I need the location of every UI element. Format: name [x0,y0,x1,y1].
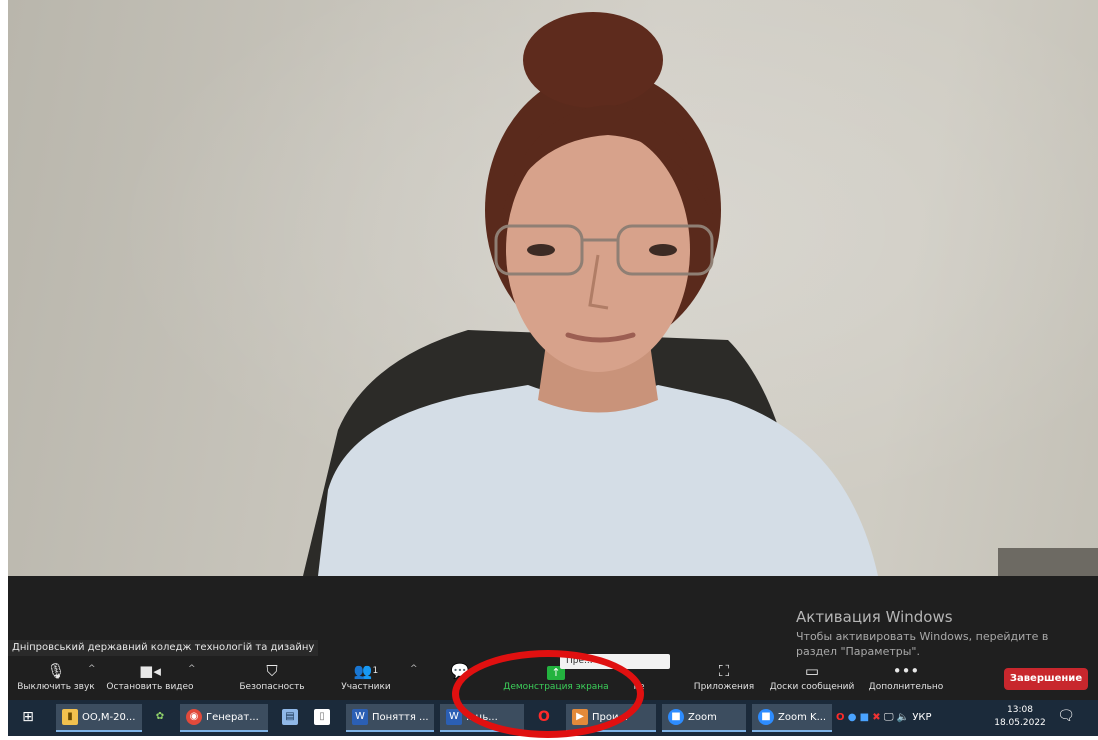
taskbar-item-label: Генерат... [206,712,259,723]
apps-label: Приложения [693,682,755,692]
video-feed [8,0,1098,576]
file-icon: ▯ [314,709,330,725]
chrome-icon: ◉ [186,709,202,725]
windows-activation-line2: раздел "Параметры". [796,645,920,658]
system-tray: O ● ■ ✖ 🖵 🔈 УКР [836,704,932,732]
opera-icon: O [538,709,550,725]
participants-label: Участники [341,682,391,692]
taskbar-item-label: Прои... [592,712,629,723]
mute-options-caret[interactable]: ^ [88,664,96,674]
clock[interactable]: 13:08 18.05.2022 [994,704,1046,730]
taskbar-item-zoom-1[interactable]: ■ Zoom [662,704,746,732]
app-tray-icon[interactable]: ■ [860,712,869,723]
more-dots-icon: ••• [892,662,920,680]
whiteboards-button[interactable]: ▭ Доски сообщений [766,660,858,698]
taskbar-item-label: Zoom K... [778,712,827,723]
eye-right [649,244,677,256]
mute-button[interactable]: 🎙 Выключить звук [14,660,98,698]
player-icon: ▶ [572,709,588,725]
chat-button[interactable]: 💬 [446,660,474,698]
mute-label: Выключить звук [17,682,95,692]
taskbar-item-app[interactable]: ✿ [146,704,174,732]
apps-icon: ⛶ [718,662,730,680]
meeting-name-label: Дніпровський державний коледж технологій… [8,640,319,656]
word-icon: W [446,709,462,725]
zoom-icon: ■ [668,709,684,725]
participants-button[interactable]: 👥1 Участники [336,660,396,698]
whiteboard-icon: ▭ [804,662,820,680]
video-options-caret[interactable]: ^ [188,664,196,674]
taskbar-item-document[interactable]: ▤ [276,704,302,732]
participants-icon: 👥1 [353,662,379,680]
record-button[interactable]: Ре [628,660,650,698]
network-icon[interactable]: 🖵 [884,712,894,723]
volume-icon[interactable]: 🔈 [897,712,909,723]
alert-tray-icon[interactable]: ✖ [872,712,880,723]
eye-left [527,244,555,256]
share-tooltip: Пре... [560,654,670,669]
whiteboards-label: Доски сообщений [769,682,855,692]
start-button[interactable]: ⊞ [14,704,42,732]
apps-button[interactable]: ⛶ Приложения [690,660,758,698]
stop-video-label: Остановить видео [106,682,194,692]
taskbar-item-file-explorer[interactable]: ▮ OO,M-20... [56,704,142,732]
taskbar-item-label: Zoom [688,712,717,723]
notification-icon[interactable]: 🗨 [1056,708,1076,728]
chat-icon: 💬 [450,662,470,680]
participants-count: 1 [372,666,379,676]
record-icon [628,660,650,682]
participant-video-figure [303,12,1098,576]
record-label: Ре [633,682,645,692]
participants-options-caret[interactable]: ^ [410,664,418,674]
shield-icon: ⛉ [266,662,278,680]
security-button[interactable]: ⛉ Безопасность [236,660,308,698]
windows-activation-line1: Чтобы активировать Windows, перейдите в [796,630,1049,643]
taskbar-item-word-2[interactable]: W ...ць... [440,704,524,732]
opera-tray-icon[interactable]: O [836,712,845,723]
more-label: Дополнительно [868,682,944,692]
windows-activation-title: Активация Windows [796,608,953,626]
taskbar-item-label: ...ць... [466,712,498,723]
language-indicator[interactable]: УКР [912,712,931,723]
taskbar-item-word-1[interactable]: W Поняття ... [346,704,434,732]
microphone-icon: 🎙 [46,662,66,680]
taskbar-item-chrome[interactable]: ◉ Генерат... [180,704,268,732]
windows-logo-icon: ⊞ [22,709,34,725]
end-meeting-button[interactable]: Завершение [1004,668,1088,690]
hair-bun-shape [523,12,663,108]
share-screen-label: Демонстрация экрана [503,682,609,692]
zoom-icon: ■ [758,709,774,725]
taskbar-item-presentation[interactable]: ▶ Прои... [566,704,656,732]
folder-icon: ▮ [62,709,78,725]
search-tray-icon[interactable]: ● [848,712,857,723]
taskbar-item-label: Поняття ... [372,712,429,723]
taskbar-item-opera[interactable]: O [530,704,556,732]
word-icon: W [352,709,368,725]
more-button[interactable]: ••• Дополнительно [866,660,946,698]
taskbar-item-blank-file[interactable]: ▯ [308,704,334,732]
clock-date: 18.05.2022 [994,718,1046,728]
background-object [998,548,1098,576]
taskbar-item-zoom-2[interactable]: ■ Zoom K... [752,704,832,732]
taskbar-item-label: OO,M-20... [82,712,136,723]
security-label: Безопасность [239,682,305,692]
stop-video-button[interactable]: ■◂ Остановить видео [104,660,196,698]
clock-time: 13:08 [1007,705,1033,715]
video-camera-icon: ■◂ [139,662,161,680]
document-icon: ▤ [282,709,298,725]
app-icon: ✿ [155,711,165,722]
